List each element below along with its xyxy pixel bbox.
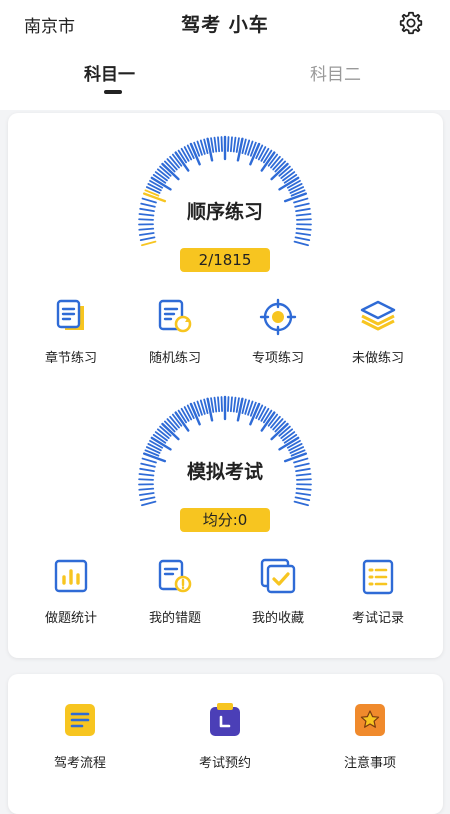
dial-tick xyxy=(211,138,213,152)
dial-tick xyxy=(234,398,236,412)
my-favorites-button[interactable]: 我的收藏 xyxy=(238,557,318,626)
gauge-title: 顺序练习 xyxy=(135,197,315,224)
dial-tick xyxy=(218,397,219,411)
dial-tick xyxy=(142,502,156,506)
dial-tick xyxy=(139,489,153,490)
notice-button[interactable]: 注意事项 xyxy=(325,702,415,771)
dial-tick xyxy=(222,397,223,411)
process-icon xyxy=(63,702,97,738)
feature-label: 考试记录 xyxy=(338,607,418,626)
tools-card: 驾考流程 考试预约 注意事项 xyxy=(8,674,443,814)
answer-statistics-button[interactable]: 做题统计 xyxy=(31,557,111,626)
feature-label: 我的收藏 xyxy=(238,607,318,626)
document-icon xyxy=(51,297,91,337)
tab-subject-two[interactable]: 科目二 xyxy=(310,60,361,85)
tool-label: 考试预约 xyxy=(180,752,270,771)
shuffle-doc-icon xyxy=(155,297,195,337)
dial-tick xyxy=(297,489,311,490)
app-title: 驾考 小车 xyxy=(0,10,450,37)
practice-card: 顺序练习 2/1815 章节练习 随机练习 专项练习 xyxy=(8,113,443,658)
dial-tick xyxy=(237,398,239,412)
dial-tick xyxy=(228,137,229,151)
tool-label: 注意事项 xyxy=(325,752,415,771)
unanswered-practice-button[interactable]: 未做练习 xyxy=(338,297,418,366)
dial-tick xyxy=(261,409,268,421)
average-score-badge: 均分:0 xyxy=(180,508,270,532)
dial-tick xyxy=(295,502,309,506)
dial-tick xyxy=(140,233,154,235)
dial-tick xyxy=(237,138,239,152)
exam-records-button[interactable]: 考试记录 xyxy=(338,557,418,626)
list-doc-icon xyxy=(358,557,398,597)
feature-label: 专项练习 xyxy=(238,347,318,366)
dial-tick xyxy=(215,398,217,412)
exam-process-button[interactable]: 驾考流程 xyxy=(35,702,125,771)
dial-tick xyxy=(296,237,310,240)
feature-label: 做题统计 xyxy=(31,607,111,626)
dial-tick xyxy=(141,237,155,240)
dial-tick xyxy=(297,229,311,230)
gauge-title: 模拟考试 xyxy=(135,457,315,484)
dial-tick xyxy=(261,149,268,161)
dial-tick xyxy=(231,397,232,411)
active-tab-indicator xyxy=(104,90,122,94)
my-mistakes-button[interactable]: 我的错题 xyxy=(135,557,215,626)
dial-tick xyxy=(211,398,213,412)
dial-tick xyxy=(141,497,155,500)
layers-icon xyxy=(358,297,398,337)
dial-tick xyxy=(182,409,189,421)
dial-tick xyxy=(234,138,236,152)
dial-tick xyxy=(296,493,310,495)
dial-tick xyxy=(296,233,310,235)
dial-tick xyxy=(142,242,156,246)
sequential-practice-gauge[interactable]: 顺序练习 2/1815 xyxy=(135,135,315,275)
target-icon xyxy=(258,297,298,337)
feature-label: 章节练习 xyxy=(31,347,111,366)
feature-label: 随机练习 xyxy=(135,347,215,366)
gear-icon[interactable] xyxy=(398,10,424,36)
top-bar: 南京市 驾考 小车 科目一 科目二 xyxy=(0,0,450,110)
appointment-icon xyxy=(208,702,242,738)
dial-tick xyxy=(218,137,219,151)
special-practice-button[interactable]: 专项练习 xyxy=(238,297,318,366)
dial-tick xyxy=(295,242,309,246)
feature-label: 我的错题 xyxy=(135,607,215,626)
tab-subject-one[interactable]: 科目一 xyxy=(84,60,135,85)
dial-tick xyxy=(231,137,232,151)
bar-chart-icon xyxy=(51,557,91,597)
chapter-practice-button[interactable]: 章节练习 xyxy=(31,297,111,366)
tool-label: 驾考流程 xyxy=(35,752,125,771)
dial-tick xyxy=(140,493,154,495)
dial-tick xyxy=(228,397,229,411)
progress-badge: 2/1815 xyxy=(180,248,270,272)
feature-label: 未做练习 xyxy=(338,347,418,366)
exam-appointment-button[interactable]: 考试预约 xyxy=(180,702,270,771)
mock-exam-gauge[interactable]: 模拟考试 均分:0 xyxy=(135,395,315,535)
dial-tick xyxy=(215,138,217,152)
notice-star-icon xyxy=(353,702,387,738)
dial-tick xyxy=(139,229,153,230)
wrong-doc-icon xyxy=(155,557,195,597)
dial-tick xyxy=(182,149,189,161)
random-practice-button[interactable]: 随机练习 xyxy=(135,297,215,366)
dial-tick xyxy=(222,137,223,151)
favorite-check-icon xyxy=(258,557,298,597)
dial-tick xyxy=(296,497,310,500)
